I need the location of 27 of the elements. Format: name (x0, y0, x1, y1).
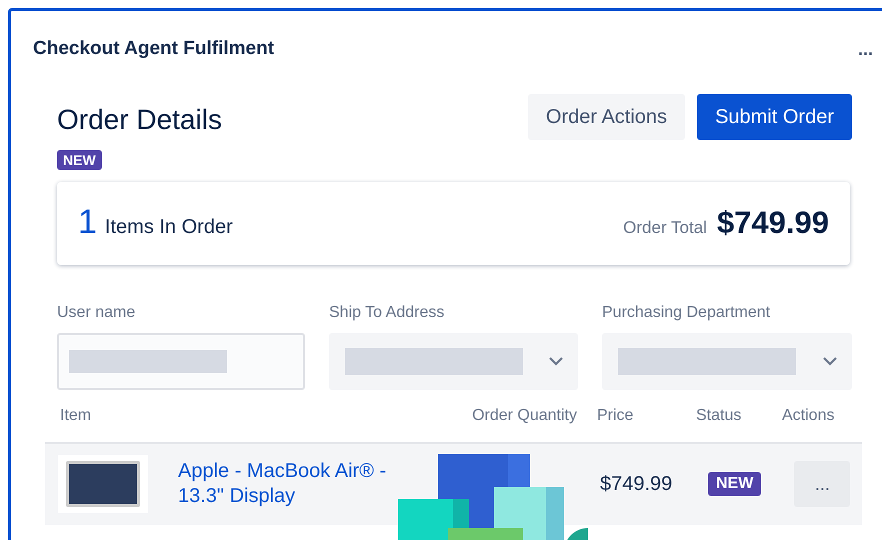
column-header: Item (59, 406, 92, 426)
column-header: Price (596, 406, 634, 426)
column-header: Actions (782, 406, 836, 426)
select-field[interactable] (329, 332, 578, 390)
order-total: $749.99 (716, 204, 829, 242)
chevron-down-icon (822, 356, 838, 366)
new-badge: NEW (57, 150, 102, 170)
column-header: Status (696, 406, 742, 426)
price-cell-text: $749.99 (600, 472, 674, 497)
product-link[interactable]: Apple - MacBook Air® - 13.3" Display (178, 459, 418, 509)
total-label: Order Total (623, 216, 707, 239)
more-button[interactable]: ... (858, 42, 873, 56)
chevron-down-icon (548, 356, 564, 366)
panel-title: Checkout Agent Fulfilment (33, 37, 274, 61)
field-label: Ship To Address (329, 302, 446, 322)
status-badge: NEW (708, 472, 762, 496)
item-count: 1 (78, 204, 97, 240)
column-header: Order Quantity (471, 406, 578, 426)
select-field[interactable] (602, 332, 852, 390)
field-label: User name (57, 302, 136, 322)
input-field[interactable] (57, 332, 305, 390)
page-heading: Order Details (57, 104, 222, 136)
action-button[interactable]: Order Actions (528, 94, 686, 140)
submit-button[interactable]: Submit Order (697, 94, 852, 140)
items-label: Items In Order (104, 215, 233, 240)
field-label: Purchasing Department (602, 302, 772, 322)
more-button[interactable]: ... (794, 461, 850, 507)
